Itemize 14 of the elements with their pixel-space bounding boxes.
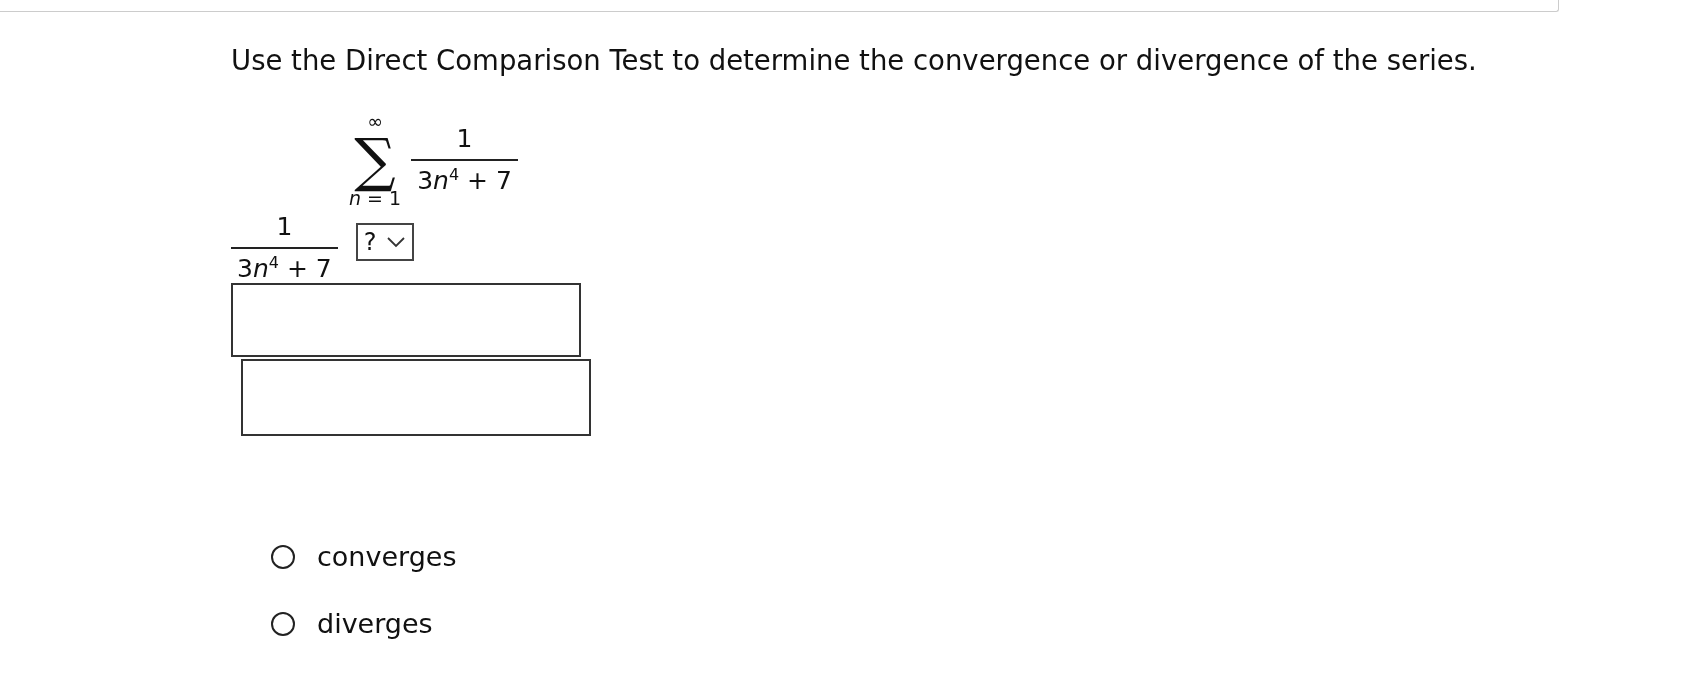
answer-field[interactable]	[241, 359, 591, 437]
radio-button[interactable]	[271, 544, 295, 569]
comparison-numerator: 1	[231, 212, 338, 249]
option-label[interactable]: converges	[317, 541, 457, 573]
radio-button[interactable]	[271, 611, 295, 636]
comparison-dropdown[interactable]: ?	[355, 222, 415, 261]
question-text: Use the Direct Comparison Test to determine the convergence or divergence of the series.	[231, 44, 1478, 76]
chevron-down-icon	[386, 235, 407, 248]
upper-limit: ∞	[367, 112, 383, 131]
answer-field[interactable]	[231, 283, 581, 358]
comparison-denominator: 3n$^{4}$ + 7	[236, 252, 333, 284]
option-label[interactable]: diverges	[317, 608, 433, 640]
series-denominator: 3n$^{4}$ + 7	[416, 164, 513, 196]
series-numerator: 1	[411, 124, 518, 162]
